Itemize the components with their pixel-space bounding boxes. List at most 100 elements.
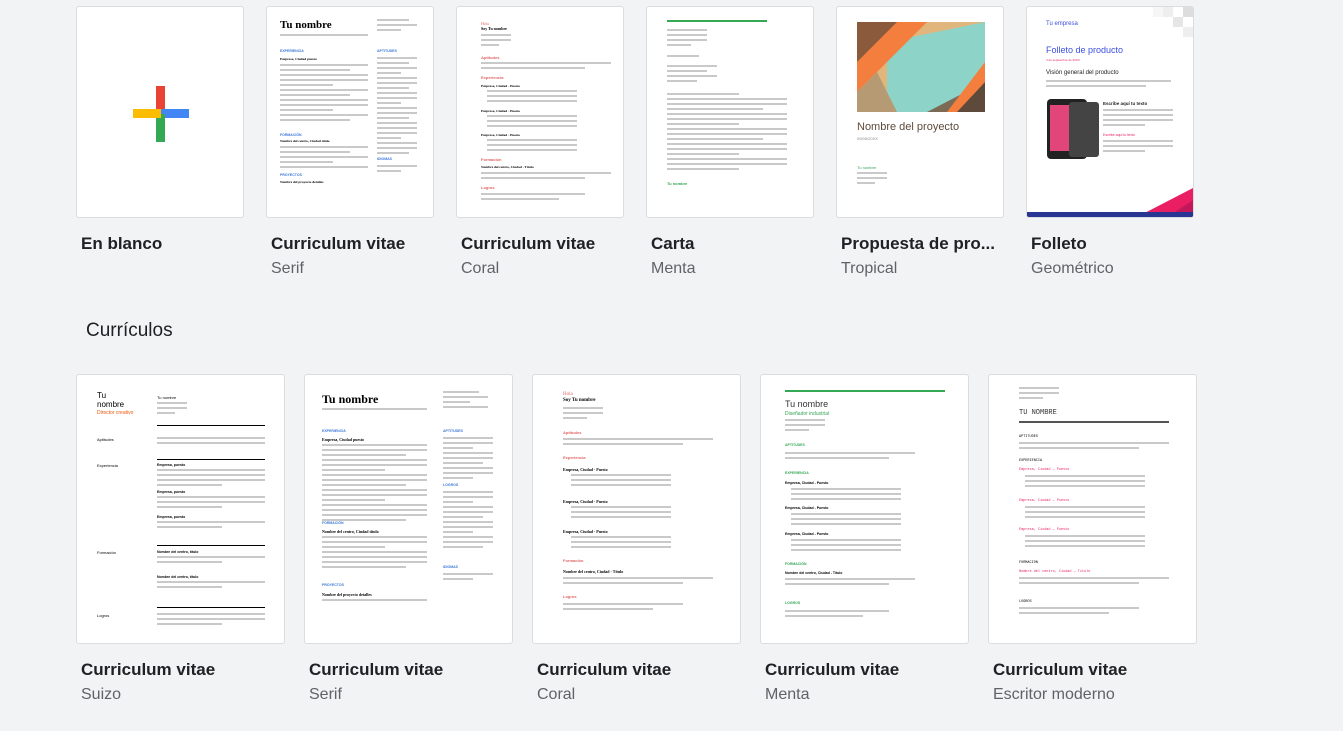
- preview-text: Empresa, Ciudad - Puesto: [785, 506, 829, 510]
- template-subtitle: Coral: [461, 260, 500, 277]
- preview-title: Nombre del proyecto: [857, 121, 960, 133]
- preview-name: Tu: [97, 391, 107, 400]
- template-proposal-tropical[interactable]: Nombre del proyecto 09/05/20XX Tu nombre…: [836, 6, 1004, 278]
- template-subtitle: Serif: [309, 686, 342, 703]
- preview-text: Escribe aquí tu texto: [1103, 101, 1148, 106]
- preview-text: Empresa, Ciudad — Puesto: [1019, 468, 1070, 472]
- template-title: Folleto: [1031, 234, 1087, 253]
- template-cv-modern-writer[interactable]: TU NOMBRE APTITUDES EXPERIENCIA Empresa,…: [988, 374, 1197, 704]
- preview-text: Empresa, Ciudad - Puesto: [785, 532, 829, 536]
- template-thumbnail[interactable]: Tu empresa Folleto de producto 4 de sept…: [1026, 6, 1194, 218]
- template-thumbnail[interactable]: Tu nombre Diseñador industrial APTITUDES…: [760, 374, 969, 644]
- template-cv-swiss[interactable]: Tu nombre Director creativo Tu nombre Ap…: [76, 374, 285, 704]
- template-thumbnail[interactable]: Nombre del proyecto 09/05/20XX Tu nombre: [836, 6, 1004, 218]
- template-title: Curriculum vitae: [765, 660, 900, 679]
- template-cv-serif[interactable]: Tu nombre EXPERIENCIA Empresa, Ciudad pu…: [266, 6, 434, 278]
- template-subtitle: Geométrico: [1031, 260, 1114, 277]
- preview-text: Empresa, Ciudad - Puesto: [563, 499, 608, 504]
- template-cv-coral[interactable]: Hola Soy Tu nombre Aptitudes Experiencia…: [456, 6, 624, 278]
- preview-text: Tu nombre: [157, 395, 177, 400]
- preview-text: Nombre del proyecto detalles: [322, 592, 372, 597]
- preview-section: APTITUDES: [785, 443, 805, 447]
- preview-title: Folleto de producto: [1046, 45, 1124, 55]
- preview-text: Empresa, puesto: [157, 515, 186, 519]
- preview-section: PROYECTOS: [280, 173, 302, 177]
- template-thumbnail[interactable]: TU NOMBRE APTITUDES EXPERIENCIA Empresa,…: [988, 374, 1197, 644]
- template-title: Curriculum vitae: [461, 234, 596, 253]
- preview-text: Nombre del proyecto detalles: [280, 180, 324, 184]
- preview-section: Logros: [481, 185, 495, 190]
- preview-name: Soy Tu nombre: [481, 26, 507, 31]
- preview-section: EXPERIENCIA: [322, 429, 346, 433]
- preview-section: EXPERIENCIA: [1019, 459, 1043, 463]
- template-blank[interactable]: En blanco: [76, 6, 244, 278]
- template-subtitle: Tropical: [841, 260, 898, 277]
- template-thumbnail[interactable]: Tu nombre: [646, 6, 814, 218]
- template-title: Curriculum vitae: [81, 660, 216, 679]
- preview-section: Experiencia: [97, 463, 118, 468]
- preview-section: Aptitudes: [97, 437, 114, 442]
- preview-section: PROYECTOS: [322, 583, 344, 587]
- preview-text: Empresa, puesto: [157, 463, 186, 467]
- preview-name: Tu nombre: [785, 399, 829, 409]
- preview-text: Empresa, Ciudad - Puesto: [481, 109, 521, 113]
- template-title: Curriculum vitae: [993, 660, 1128, 679]
- template-thumbnail[interactable]: Tu nombre EXPERIENCIA Empresa, Ciudad pu…: [266, 6, 434, 218]
- preview-text: Empresa, Ciudad - Puesto: [785, 481, 829, 485]
- template-thumbnail[interactable]: [76, 6, 244, 218]
- preview-text: Nombre del centro, Ciudad - Título: [481, 165, 534, 169]
- preview-text: Nombre del centro, Ciudad — Título: [1019, 570, 1091, 574]
- preview-section: FORMACIÓN: [322, 521, 344, 525]
- template-subtitle: Coral: [537, 686, 576, 703]
- preview-section: Formación: [481, 157, 502, 162]
- template-thumbnail[interactable]: Hola Soy Tu nombre Aptitudes Experiencia…: [532, 374, 741, 644]
- template-cv-coral-2[interactable]: Hola Soy Tu nombre Aptitudes Experiencia…: [532, 374, 741, 704]
- template-thumbnail[interactable]: Hola Soy Tu nombre Aptitudes Experiencia…: [456, 6, 624, 218]
- preview-text: Visión general del producto: [1046, 70, 1119, 76]
- template-thumbnail[interactable]: Tu nombre Director creativo Tu nombre Ap…: [76, 374, 285, 644]
- preview-section: Logros: [97, 613, 110, 618]
- template-title: Propuesta de pro...: [841, 234, 995, 253]
- preview-text: Nombre del centro, Ciudad título: [280, 139, 330, 143]
- preview-text: Tu empresa: [1046, 21, 1078, 27]
- template-brochure-geometric[interactable]: Tu empresa Folleto de producto 4 de sept…: [1026, 6, 1194, 278]
- preview-section: APTITUDES: [1019, 435, 1038, 439]
- template-title: Curriculum vitae: [271, 234, 406, 253]
- template-cv-serif-2[interactable]: Tu nombre EXPERIENCIA Empresa, Ciudad pu…: [304, 374, 513, 704]
- preview-section: APTITUDES: [377, 49, 397, 53]
- templates-row-top: En blanco Tu nombre EXPERIENCIA Empresa,…: [76, 6, 1194, 278]
- preview-section: LOGROS: [785, 601, 801, 605]
- preview-text: Director creativo: [97, 410, 134, 416]
- plus-icon: [133, 86, 189, 142]
- tropical-art-image: [857, 22, 985, 112]
- template-letter-mint[interactable]: Tu nombre Carta Menta: [646, 6, 814, 278]
- preview-text: Nombre del centro, Ciudad - Título: [785, 571, 843, 575]
- template-cv-mint[interactable]: Tu nombre Diseñador industrial APTITUDES…: [760, 374, 969, 704]
- accent-bar: [785, 390, 945, 392]
- preview-text: Empresa, Ciudad - Puesto: [481, 133, 521, 137]
- template-subtitle: Suizo: [81, 686, 122, 703]
- preview-section: FORMACIÓN: [785, 562, 807, 566]
- preview-text: Escribe aquí tu texto: [1103, 133, 1135, 137]
- preview-text: Nombre del centro, título: [157, 575, 199, 579]
- template-thumbnail[interactable]: Tu nombre EXPERIENCIA Empresa, Ciudad pu…: [304, 374, 513, 644]
- preview-section: APTITUDES: [443, 429, 463, 433]
- preview-section: EXPERIENCIA: [785, 471, 809, 475]
- preview-name: nombre: [97, 400, 125, 409]
- preview-text: Empresa, Ciudad — Puesto: [1019, 528, 1070, 532]
- template-subtitle: Menta: [765, 686, 810, 703]
- preview-section: Logros: [563, 594, 577, 599]
- preview-section: Formación: [97, 550, 116, 555]
- geometric-corner-image: [1153, 7, 1193, 37]
- preview-name: Tu nombre: [280, 19, 332, 31]
- preview-section: IDIOMAS: [377, 157, 392, 161]
- preview-section: FORMACIÓN: [1019, 561, 1038, 565]
- preview-section: FORMACIÓN: [280, 133, 302, 137]
- preview-text: 09/05/20XX: [857, 136, 878, 141]
- preview-text: Diseñador industrial: [785, 411, 830, 417]
- preview-text: Empresa, Ciudad - Puesto: [563, 529, 608, 534]
- preview-section: IDIOMAS: [443, 565, 458, 569]
- preview-text: Tu nombre: [857, 165, 877, 170]
- preview-section: LOGROS: [1019, 600, 1032, 604]
- preview-text: 4 de septiembre de 20XX: [1046, 58, 1080, 62]
